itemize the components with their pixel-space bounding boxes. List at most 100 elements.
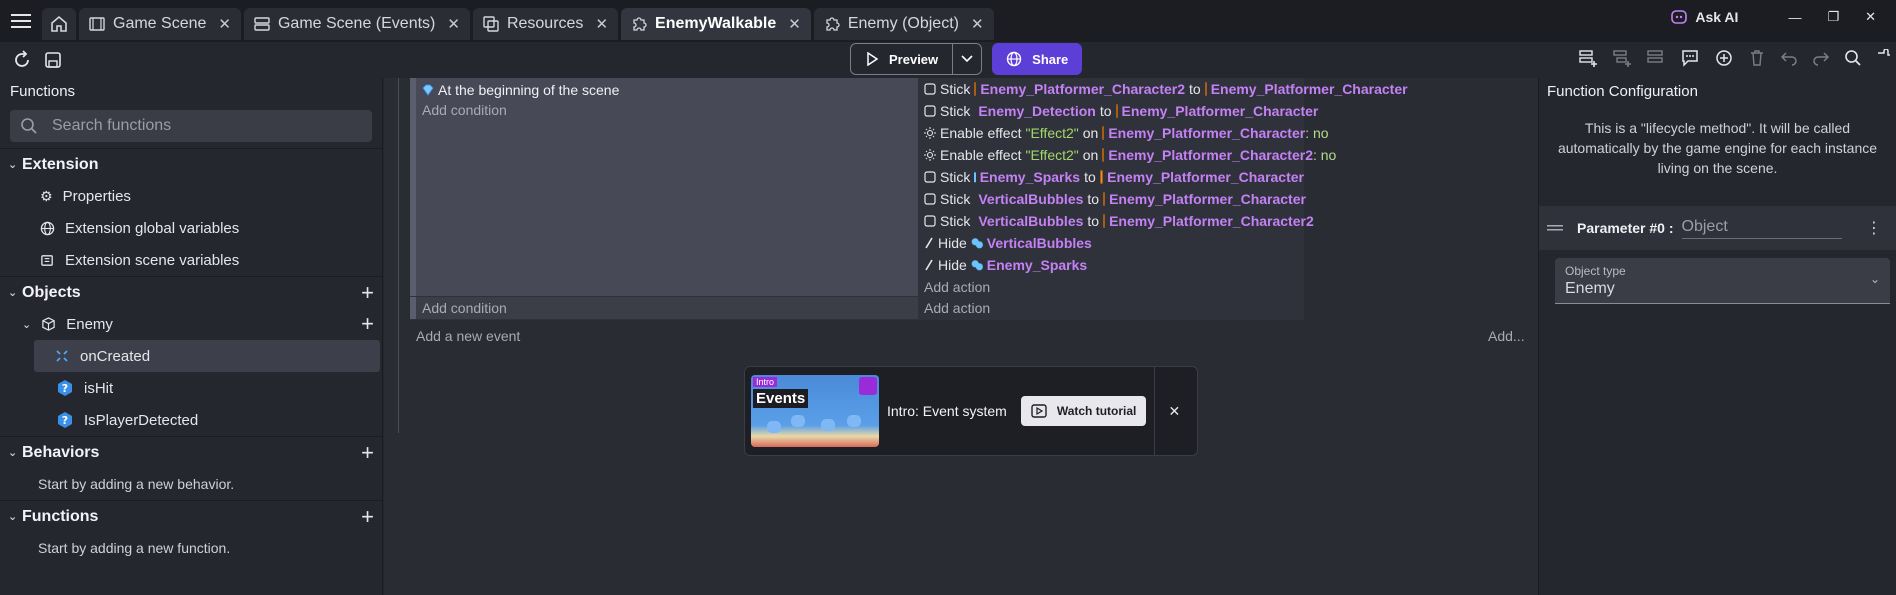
hamburger-menu-icon[interactable] [0, 0, 42, 42]
chevron-down-icon: ⌄ [1869, 272, 1880, 286]
object-enemy-item[interactable]: ⌄ Enemy + [0, 308, 382, 340]
section-extension[interactable]: ⌄ Extension [0, 148, 382, 180]
parameter-name-input[interactable]: Object [1681, 218, 1842, 239]
add-condition-link[interactable]: Add condition [416, 102, 918, 118]
sticker-icon [924, 105, 936, 117]
add-free-function-icon[interactable]: + [361, 506, 374, 528]
lifecycle-icon [56, 350, 68, 362]
extension-icon[interactable] [1876, 49, 1890, 67]
video-play-icon [1031, 404, 1047, 418]
section-behaviors[interactable]: ⌄ Behaviors + [0, 436, 382, 468]
close-tab-icon[interactable]: ✕ [788, 15, 801, 33]
function-isplayerdetected-item[interactable]: ? IsPlayerDetected [0, 404, 382, 436]
object-name: Enemy_Platformer_Character [1107, 169, 1304, 185]
section-title: Extension [22, 155, 99, 173]
sticker-icon [924, 171, 936, 183]
object-thumbnail-icon [1102, 148, 1105, 162]
action-row[interactable]: Hide Enemy_Sparks [920, 254, 1304, 276]
add-new-event-link[interactable]: Add a new event [416, 328, 520, 344]
share-button[interactable]: Share [992, 43, 1083, 75]
preview-button[interactable]: Preview [851, 44, 954, 74]
action-row[interactable]: Hide VerticalBubbles [920, 232, 1304, 254]
hide-icon [924, 259, 934, 271]
add-condition-link[interactable]: Add condition [410, 297, 918, 319]
event-toolbar [1578, 48, 1896, 68]
close-tab-icon[interactable]: ✕ [447, 15, 460, 33]
object-thumbnail-icon [1103, 192, 1106, 206]
ask-ai-label: Ask AI [1695, 9, 1739, 25]
add-action-link[interactable]: Add action [920, 297, 1304, 318]
action-row[interactable]: Stick Enemy_Detection to Enemy_Platformer_C… [920, 100, 1318, 122]
extension-global-variables-item[interactable]: Extension global variables [0, 212, 382, 244]
app-window: Game Scene ✕ Game Scene (Events) ✕ Resources… [0, 0, 1896, 595]
tabs-list: Game Scene ✕ Game Scene (Events) ✕ Resources… [79, 2, 997, 40]
tab-home[interactable] [42, 8, 76, 40]
functions-panel: Functions Search functions ⌄ Extension ⚙… [0, 78, 383, 595]
close-tab-icon[interactable]: ✕ [218, 15, 231, 33]
add-behavior-icon[interactable]: + [361, 442, 374, 464]
action-row[interactable]: Stick VerticalBubbles to Enemy_Platformer_C… [920, 210, 1314, 232]
extension-scene-variables-item[interactable]: Extension scene variables [0, 244, 382, 276]
action-row[interactable]: Stick VerticalBubbles to Enemy_Platformer_C… [920, 188, 1306, 210]
add-function-icon[interactable]: + [361, 313, 374, 335]
add-other-icon[interactable] [1646, 48, 1666, 68]
action-row[interactable]: Stick Enemy_Sparks to Enemy_Platformer_Char… [920, 166, 1304, 188]
section-objects[interactable]: ⌄ Objects + [0, 276, 382, 308]
effect-icon [924, 149, 936, 161]
delete-icon[interactable] [1748, 49, 1766, 67]
search-icon[interactable] [1844, 49, 1862, 67]
drag-handle-icon[interactable] [1547, 223, 1563, 233]
add-circle-icon[interactable] [1714, 48, 1734, 68]
redo-icon[interactable] [1812, 49, 1830, 67]
section-functions[interactable]: ⌄ Functions + [0, 500, 382, 532]
ask-ai-icon [1671, 10, 1688, 24]
add-action-link[interactable]: Add action [920, 276, 1304, 297]
close-tab-icon[interactable]: ✕ [971, 15, 984, 33]
search-functions-input[interactable]: Search functions [10, 110, 372, 142]
function-ishit-item[interactable]: ? isHit [0, 372, 382, 404]
close-window-icon[interactable]: ✕ [1865, 9, 1876, 25]
action-row[interactable]: Stick Enemy_Platformer_Character2 to Enemy_… [920, 78, 1408, 100]
action-connector: on [1082, 147, 1099, 163]
tab-enemywalkable[interactable]: EnemyWalkable ✕ [621, 8, 811, 40]
tab-label: Game Scene [113, 15, 207, 32]
panel-title: Functions [10, 83, 76, 100]
tutorial-thumbnail[interactable]: Intro Events [751, 375, 879, 447]
close-tab-icon[interactable]: ✕ [595, 15, 608, 33]
preview-dropdown-button[interactable] [953, 44, 981, 74]
add-object-icon[interactable]: + [361, 282, 374, 304]
add-more-link[interactable]: Add... [1488, 328, 1525, 344]
watch-tutorial-button[interactable]: Watch tutorial [1020, 396, 1147, 426]
panel-title: Function Configuration [1547, 83, 1698, 100]
gem-icon [422, 84, 434, 96]
tab-resources[interactable]: Resources ✕ [472, 8, 619, 40]
refresh-icon[interactable] [12, 50, 32, 70]
undo-icon[interactable] [1780, 49, 1798, 67]
action-row[interactable]: Enable effect "Effect2" on Enemy_Platformer… [920, 144, 1336, 166]
close-tutorial-icon[interactable]: ✕ [1155, 403, 1193, 420]
action-value: : no [1312, 147, 1337, 163]
action-row[interactable]: Enable effect "Effect2" on Enemy_Platformer… [920, 122, 1329, 144]
tab-game-scene-events[interactable]: Game Scene (Events) ✕ [243, 8, 470, 40]
save-icon[interactable] [44, 51, 62, 69]
more-options-icon[interactable]: ⋮ [1866, 218, 1882, 238]
add-comment-icon[interactable] [1680, 48, 1700, 68]
film-icon [89, 16, 105, 32]
puzzle-icon [631, 16, 647, 32]
function-oncreated-item[interactable]: onCreated [34, 340, 380, 372]
object-type-select[interactable]: Object type Enemy ⌄ [1555, 258, 1890, 304]
action-connector: to [1189, 81, 1201, 97]
tab-game-scene[interactable]: Game Scene ✕ [79, 8, 241, 40]
add-subevent-icon[interactable] [1612, 48, 1632, 68]
tab-enemy-object[interactable]: Enemy (Object) ✕ [813, 8, 994, 40]
button-label: Watch tutorial [1056, 404, 1137, 418]
event-block[interactable]: At the beginning of the scene Add condit… [410, 78, 1408, 320]
restore-icon[interactable]: ❐ [1827, 9, 1839, 25]
minimize-icon[interactable]: — [1788, 10, 1801, 25]
parameter-label: Parameter #0 : [1577, 220, 1674, 236]
condition-row[interactable]: At the beginning of the scene [416, 78, 918, 98]
ask-ai-button[interactable]: Ask AI [1671, 9, 1738, 25]
extension-properties-item[interactable]: ⚙ Properties [0, 180, 382, 212]
actions-column: Stick Enemy_Platformer_Character2 to Enemy_… [920, 78, 1408, 320]
add-event-icon[interactable] [1578, 48, 1598, 68]
